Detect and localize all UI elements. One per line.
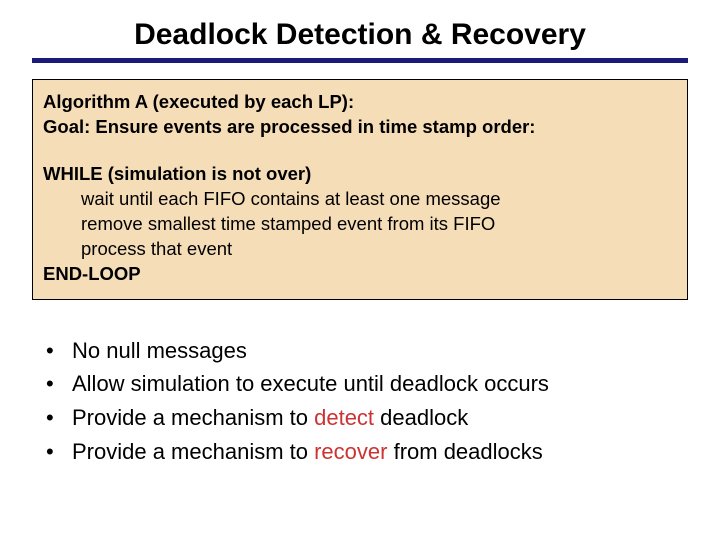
list-item: • Provide a mechanism to detect deadlock <box>46 403 692 433</box>
algo-header-2: Goal: Ensure events are processed in tim… <box>43 115 677 140</box>
b4-highlight: recover <box>314 439 387 464</box>
title-underline <box>32 58 688 63</box>
algorithm-box: Algorithm A (executed by each LP): Goal:… <box>32 79 688 300</box>
bullet-dot-icon: • <box>46 337 72 366</box>
algo-line-1: wait until each FIFO contains at least o… <box>43 187 677 212</box>
bullet-list: • No null messages • Allow simulation to… <box>28 336 692 467</box>
b3-highlight: detect <box>314 405 374 430</box>
bullet-text-1: No null messages <box>72 336 247 366</box>
b3-post: deadlock <box>374 405 468 430</box>
list-item: • Allow simulation to execute until dead… <box>46 369 692 399</box>
algo-line-3: process that event <box>43 237 677 262</box>
bullet-dot-icon: • <box>46 370 72 399</box>
algo-end: END-LOOP <box>43 262 677 287</box>
list-item: • No null messages <box>46 336 692 366</box>
slide: Deadlock Detection & Recovery Algorithm … <box>0 0 720 540</box>
bullet-text-2: Allow simulation to execute until deadlo… <box>72 369 549 399</box>
b4-pre: Provide a mechanism to <box>72 439 314 464</box>
list-item: • Provide a mechanism to recover from de… <box>46 437 692 467</box>
bullet-dot-icon: • <box>46 438 72 467</box>
b4-post: from deadlocks <box>387 439 542 464</box>
algo-header-1: Algorithm A (executed by each LP): <box>43 90 677 115</box>
algo-while: WHILE (simulation is not over) <box>43 162 677 187</box>
algo-spacer <box>43 140 677 162</box>
b3-pre: Provide a mechanism to <box>72 405 314 430</box>
slide-title: Deadlock Detection & Recovery <box>28 10 692 58</box>
bullet-dot-icon: • <box>46 404 72 433</box>
bullet-text-3: Provide a mechanism to detect deadlock <box>72 403 468 433</box>
algo-line-2: remove smallest time stamped event from … <box>43 212 677 237</box>
bullet-text-4: Provide a mechanism to recover from dead… <box>72 437 543 467</box>
